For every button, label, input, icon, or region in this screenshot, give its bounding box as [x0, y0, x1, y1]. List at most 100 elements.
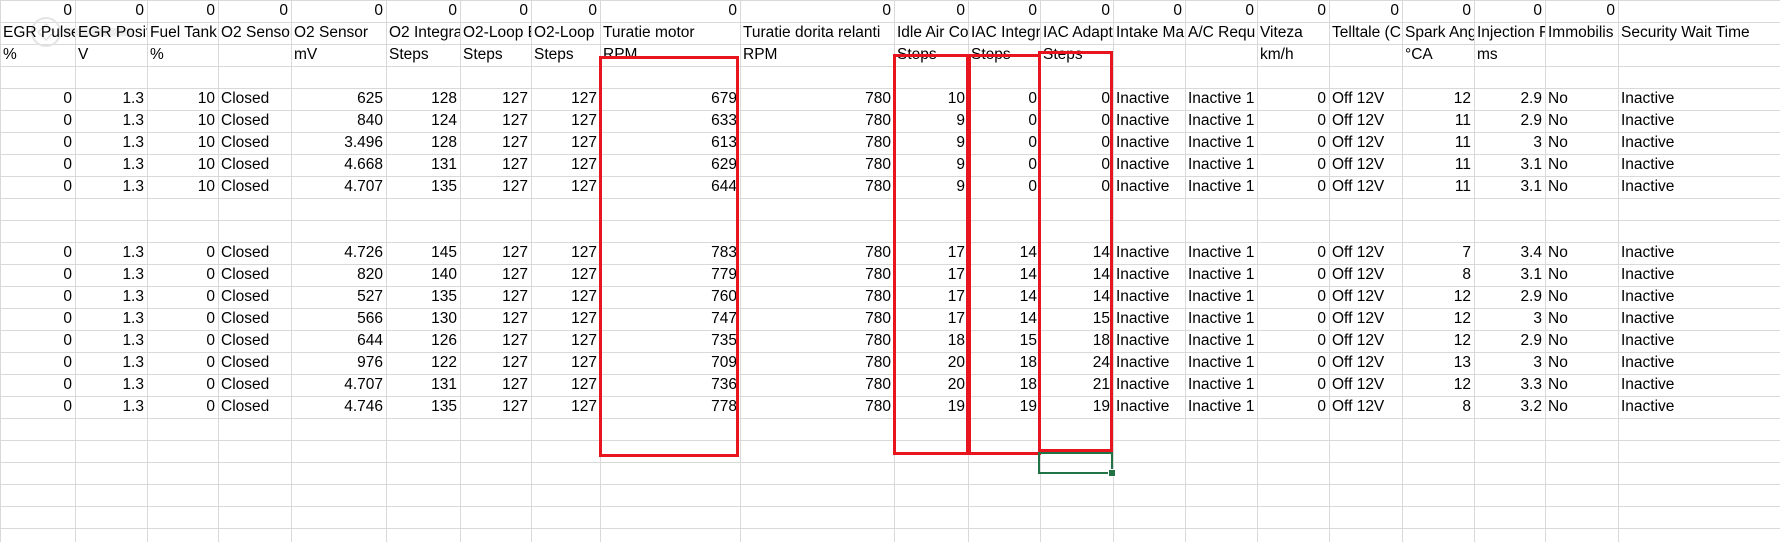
table-cell[interactable]: 127: [531, 242, 600, 264]
table-cell[interactable]: 0: [0, 132, 75, 154]
table-cell[interactable]: Off 12V: [1329, 286, 1402, 308]
table-cell[interactable]: 9: [894, 154, 968, 176]
table-cell[interactable]: 124: [386, 110, 460, 132]
table-cell[interactable]: 0: [0, 308, 75, 330]
table-cell[interactable]: 780: [740, 330, 894, 352]
table-cell[interactable]: Closed: [218, 286, 291, 308]
table-cell[interactable]: 633: [600, 110, 740, 132]
cell-zero[interactable]: 0: [460, 0, 531, 22]
table-cell[interactable]: Inactive: [1113, 264, 1185, 286]
table-cell[interactable]: Off 12V: [1329, 176, 1402, 198]
table-cell[interactable]: 0: [1040, 154, 1113, 176]
table-cell[interactable]: Inactive 1: [1185, 176, 1257, 198]
column-unit[interactable]: V: [75, 44, 147, 66]
table-cell[interactable]: Inactive 1: [1185, 110, 1257, 132]
table-cell[interactable]: 10: [147, 88, 218, 110]
table-cell[interactable]: Inactive 1: [1185, 374, 1257, 396]
table-cell[interactable]: 11: [1402, 176, 1474, 198]
table-cell[interactable]: Inactive 1: [1185, 264, 1257, 286]
table-cell[interactable]: Inactive 1: [1185, 308, 1257, 330]
table-cell[interactable]: 0: [0, 242, 75, 264]
table-cell[interactable]: 8: [1402, 264, 1474, 286]
table-cell[interactable]: No: [1545, 374, 1618, 396]
table-cell[interactable]: 0: [1040, 88, 1113, 110]
table-cell[interactable]: 14: [968, 308, 1040, 330]
table-cell[interactable]: Off 12V: [1329, 330, 1402, 352]
table-cell[interactable]: 145: [386, 242, 460, 264]
table-cell[interactable]: 3.1: [1474, 154, 1545, 176]
table-cell[interactable]: 1.3: [75, 88, 147, 110]
table-cell[interactable]: 0: [0, 264, 75, 286]
table-cell[interactable]: 14: [968, 264, 1040, 286]
table-cell[interactable]: 0: [1257, 308, 1329, 330]
table-cell[interactable]: 0: [0, 352, 75, 374]
table-cell[interactable]: 1.3: [75, 396, 147, 418]
table-cell[interactable]: Closed: [218, 88, 291, 110]
table-cell[interactable]: 12: [1402, 308, 1474, 330]
column-unit[interactable]: %: [147, 44, 218, 66]
table-cell[interactable]: 140: [386, 264, 460, 286]
table-cell[interactable]: 4.707: [291, 374, 386, 396]
column-header[interactable]: O2-Loop E: [460, 22, 531, 44]
table-cell[interactable]: Off 12V: [1329, 352, 1402, 374]
table-cell[interactable]: No: [1545, 88, 1618, 110]
table-cell[interactable]: 3.3: [1474, 374, 1545, 396]
table-cell[interactable]: 0: [147, 264, 218, 286]
cell-zero[interactable]: 0: [147, 0, 218, 22]
table-cell[interactable]: 127: [460, 176, 531, 198]
table-cell[interactable]: Inactive 1: [1185, 88, 1257, 110]
table-cell[interactable]: 2.9: [1474, 88, 1545, 110]
table-cell[interactable]: Off 12V: [1329, 132, 1402, 154]
column-header[interactable]: O2-Loop I: [531, 22, 600, 44]
table-cell[interactable]: 709: [600, 352, 740, 374]
table-cell[interactable]: 14: [1040, 286, 1113, 308]
table-cell[interactable]: Inactive: [1618, 330, 1780, 352]
column-header[interactable]: Intake Ma: [1113, 22, 1185, 44]
table-cell[interactable]: 130: [386, 308, 460, 330]
table-cell[interactable]: 0: [1257, 396, 1329, 418]
table-cell[interactable]: 1.3: [75, 264, 147, 286]
table-cell[interactable]: 780: [740, 264, 894, 286]
table-cell[interactable]: 7: [1402, 242, 1474, 264]
table-cell[interactable]: 12: [1402, 330, 1474, 352]
table-cell[interactable]: 629: [600, 154, 740, 176]
table-cell[interactable]: 566: [291, 308, 386, 330]
table-cell[interactable]: Inactive: [1618, 154, 1780, 176]
column-header[interactable]: Immobilis: [1545, 22, 1618, 44]
table-cell[interactable]: 0: [147, 352, 218, 374]
table-cell[interactable]: 4.668: [291, 154, 386, 176]
table-cell[interactable]: 0: [147, 308, 218, 330]
table-cell[interactable]: 0: [1257, 132, 1329, 154]
table-cell[interactable]: 18: [894, 330, 968, 352]
column-header[interactable]: Idle Air Co: [894, 22, 968, 44]
column-header[interactable]: Spark Ang: [1402, 22, 1474, 44]
column-unit[interactable]: Steps: [968, 44, 1040, 66]
cell-zero[interactable]: 0: [600, 0, 740, 22]
table-cell[interactable]: 780: [740, 176, 894, 198]
table-cell[interactable]: 131: [386, 154, 460, 176]
table-cell[interactable]: 0: [0, 374, 75, 396]
table-cell[interactable]: 8: [1402, 396, 1474, 418]
table-cell[interactable]: 19: [894, 396, 968, 418]
table-cell[interactable]: Off 12V: [1329, 154, 1402, 176]
table-cell[interactable]: 15: [1040, 308, 1113, 330]
column-unit[interactable]: ms: [1474, 44, 1545, 66]
table-cell[interactable]: Inactive: [1113, 352, 1185, 374]
table-cell[interactable]: 127: [460, 352, 531, 374]
column-header[interactable]: Turatie motor: [600, 22, 740, 44]
table-cell[interactable]: Closed: [218, 176, 291, 198]
table-cell[interactable]: 1.3: [75, 286, 147, 308]
table-cell[interactable]: 127: [460, 242, 531, 264]
table-cell[interactable]: Off 12V: [1329, 110, 1402, 132]
column-unit[interactable]: Steps: [386, 44, 460, 66]
table-cell[interactable]: 783: [600, 242, 740, 264]
table-cell[interactable]: 3.1: [1474, 176, 1545, 198]
table-cell[interactable]: 127: [531, 154, 600, 176]
column-header[interactable]: Turatie dorita relanti: [740, 22, 894, 44]
table-cell[interactable]: 1.3: [75, 330, 147, 352]
column-header[interactable]: EGR Pulse: [0, 22, 75, 44]
table-cell[interactable]: Closed: [218, 242, 291, 264]
table-cell[interactable]: 1.3: [75, 352, 147, 374]
table-cell[interactable]: 0: [968, 110, 1040, 132]
table-cell[interactable]: 613: [600, 132, 740, 154]
